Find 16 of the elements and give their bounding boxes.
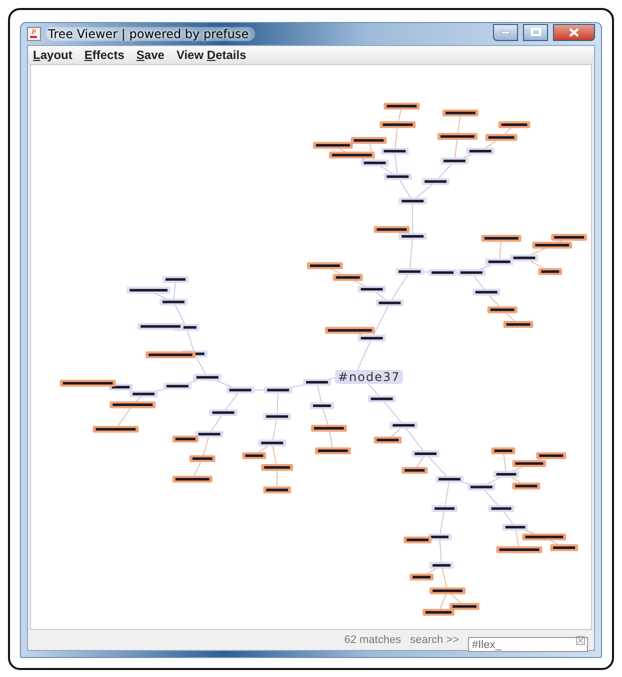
java-cup-icon [27, 27, 41, 41]
minimize-button[interactable] [493, 24, 518, 40]
match-count: 62 matches [344, 634, 402, 646]
search-label: search >> [410, 634, 459, 646]
close-icon [569, 28, 579, 36]
maximize-button[interactable] [523, 24, 548, 40]
menu-item[interactable]: Layout [33, 48, 72, 62]
maximize-icon [530, 28, 540, 36]
menu-item[interactable]: View Details [176, 48, 246, 62]
minimize-icon [501, 30, 510, 34]
clear-icon[interactable] [576, 636, 585, 644]
node-label[interactable]: #node37 [335, 370, 404, 384]
menu-item[interactable]: Save [136, 48, 164, 62]
menu-item[interactable]: Effects [84, 48, 124, 62]
close-button[interactable] [553, 24, 595, 40]
search-field[interactable]: #Ilex_ [468, 637, 588, 652]
